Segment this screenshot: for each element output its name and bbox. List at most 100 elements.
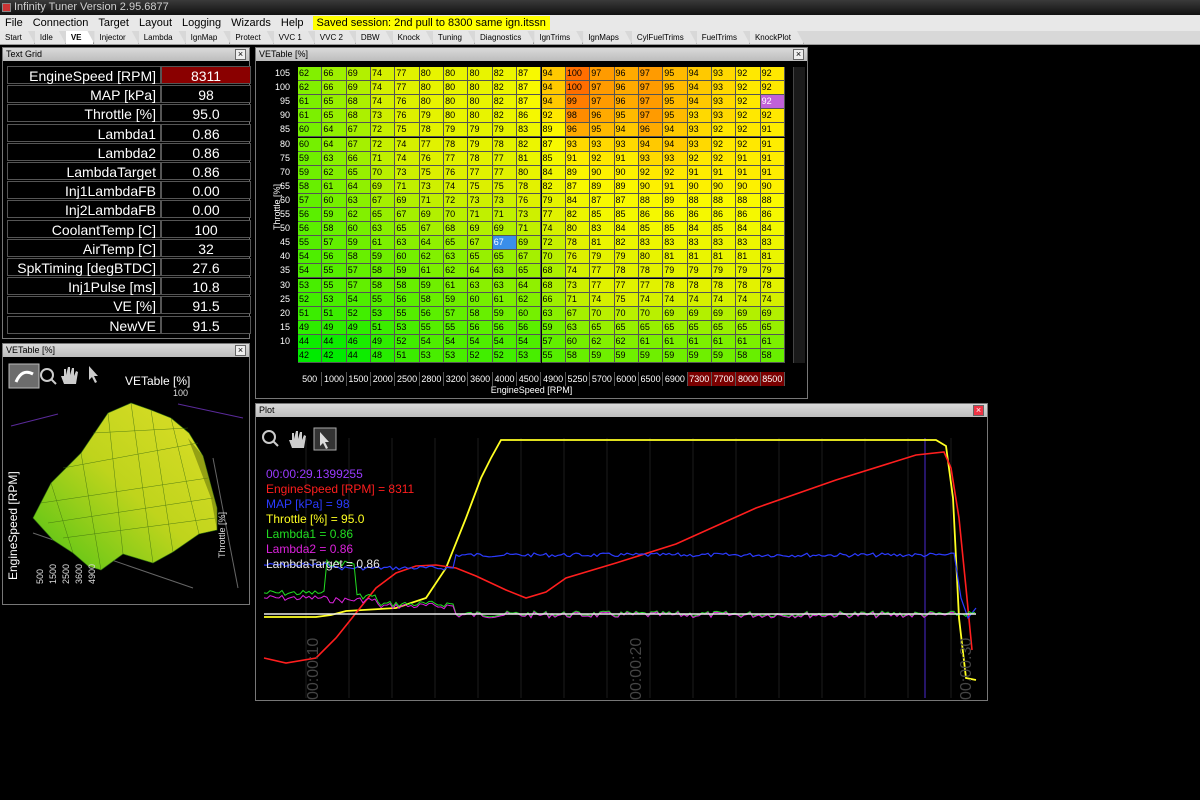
ve-table-cell[interactable]: 92 — [736, 109, 761, 124]
zoom-tool-icon[interactable] — [40, 368, 57, 385]
ve-table-cell[interactable]: 67 — [492, 236, 518, 251]
ve-table-cell[interactable]: 92 — [736, 67, 761, 82]
ve-table-cell[interactable]: 72 — [371, 123, 396, 138]
ve-table-cell[interactable]: 96 — [614, 81, 639, 96]
ve-table-cell[interactable]: 92 — [541, 109, 566, 124]
ve-table-cell[interactable]: 70 — [638, 306, 664, 321]
ve-table-cell[interactable]: 58 — [371, 264, 396, 279]
ve-table-cell[interactable]: 82 — [492, 95, 518, 110]
menu-wizards[interactable]: Wizards — [226, 15, 276, 31]
ve-table-cell[interactable]: 93 — [711, 81, 737, 96]
close-icon[interactable]: × — [793, 49, 804, 60]
tab-ignmap[interactable]: IgnMap — [186, 31, 231, 44]
ve-table-cell[interactable]: 56 — [322, 250, 347, 265]
ve-table-cell[interactable]: 68 — [346, 109, 372, 124]
ve-table-cell[interactable]: 84 — [565, 193, 591, 208]
ve-table-cell[interactable]: 99 — [565, 95, 591, 110]
ve-table-cell[interactable]: 83 — [760, 236, 785, 251]
ve-table-cell[interactable]: 52 — [346, 306, 372, 321]
ve-table-cell[interactable]: 74 — [541, 222, 566, 237]
ve-table-cell[interactable]: 81 — [760, 250, 785, 265]
ve-table-cell[interactable]: 87 — [614, 193, 639, 208]
ve-table-cell[interactable]: 65 — [687, 320, 712, 335]
ve-table-cell[interactable]: 91 — [565, 151, 591, 166]
ve-table-cell[interactable]: 80 — [419, 81, 445, 96]
ve-table-cell[interactable]: 80 — [444, 81, 469, 96]
ve-table-cell[interactable]: 53 — [322, 292, 347, 307]
ve-table-cell[interactable]: 78 — [419, 123, 445, 138]
ve-table-cell[interactable]: 80 — [419, 95, 445, 110]
ve-table-cell[interactable]: 77 — [444, 151, 469, 166]
ve-table-cell[interactable]: 86 — [638, 208, 664, 223]
ve-table-cell[interactable]: 95 — [590, 123, 615, 138]
ve-table-cell[interactable]: 77 — [614, 278, 639, 293]
ve-table-cell[interactable]: 94 — [687, 95, 712, 110]
ve-table-cell[interactable]: 92 — [590, 151, 615, 166]
ve-table-cell[interactable]: 76 — [565, 250, 591, 265]
ve-table-cell[interactable]: 73 — [565, 278, 591, 293]
ve-table-cell[interactable]: 84 — [614, 222, 639, 237]
ve-table-cell[interactable]: 92 — [736, 123, 761, 138]
ve-table-cell[interactable]: 44 — [346, 349, 372, 364]
ve-table-cell[interactable]: 61 — [298, 109, 323, 124]
ve-table-cell[interactable]: 75 — [395, 123, 420, 138]
ve-table-cell[interactable]: 61 — [371, 236, 396, 251]
ve-table-cell[interactable]: 62 — [517, 292, 542, 307]
ve-table-cell[interactable]: 51 — [395, 349, 420, 364]
ve-table-cell[interactable]: 87 — [517, 67, 542, 82]
ve-table-cell[interactable]: 63 — [565, 320, 591, 335]
ve-table-cell[interactable]: 91 — [687, 165, 712, 180]
ve-table-cell[interactable]: 62 — [444, 264, 469, 279]
ve-table-cell[interactable]: 90 — [687, 179, 712, 194]
ve-table-cell[interactable]: 58 — [395, 278, 420, 293]
ve-table-cell[interactable]: 80 — [468, 95, 493, 110]
ve-table-cell[interactable]: 58 — [371, 278, 396, 293]
menu-help[interactable]: Help — [276, 15, 309, 31]
ve-table-cell[interactable]: 81 — [736, 250, 761, 265]
ve-table-cell[interactable]: 94 — [687, 67, 712, 82]
ve-table-cell[interactable]: 64 — [419, 236, 445, 251]
ve-table-cell[interactable]: 78 — [687, 278, 712, 293]
tab-dbw[interactable]: DBW — [356, 31, 393, 44]
ve-table-cell[interactable]: 53 — [298, 278, 323, 293]
close-icon[interactable]: × — [235, 49, 246, 60]
ve-table-cell[interactable]: 60 — [322, 193, 347, 208]
ve-table-cell[interactable]: 54 — [419, 334, 445, 349]
ve-table-cell[interactable]: 57 — [346, 278, 372, 293]
ve-table-cell[interactable]: 93 — [687, 123, 712, 138]
ve-table-cell[interactable]: 56 — [298, 222, 323, 237]
pan-hand-icon[interactable] — [61, 367, 78, 384]
ve-table-cell[interactable]: 100 — [565, 67, 591, 82]
ve-table-cell[interactable]: 65 — [322, 109, 347, 124]
menu-connection[interactable]: Connection — [28, 15, 94, 31]
ve-table-cell[interactable]: 60 — [346, 222, 372, 237]
tab-ve[interactable]: VE — [66, 31, 95, 44]
ve-table-cell[interactable]: 79 — [541, 193, 566, 208]
tab-igntrims[interactable]: IgnTrims — [534, 31, 583, 44]
ve-table-cell[interactable]: 95 — [663, 109, 688, 124]
ve-table-cell[interactable]: 52 — [395, 334, 420, 349]
ve-table-cell[interactable]: 77 — [492, 151, 518, 166]
tab-cylfueltrims[interactable]: CylFuelTrims — [632, 31, 697, 44]
ve-table-cell[interactable]: 53 — [444, 349, 469, 364]
tab-knock[interactable]: Knock — [393, 31, 433, 44]
ve-table-cell[interactable]: 65 — [444, 236, 469, 251]
ve-table-cell[interactable]: 65 — [517, 264, 542, 279]
ve-table-cell[interactable]: 63 — [444, 250, 469, 265]
ve-table-cell[interactable]: 42 — [298, 349, 323, 364]
ve-table-cell[interactable]: 92 — [760, 95, 785, 110]
ve-table-cell[interactable]: 74 — [371, 81, 396, 96]
ve-table-cell[interactable]: 57 — [346, 264, 372, 279]
ve-table-cell[interactable]: 81 — [517, 151, 542, 166]
ve-table-cell[interactable]: 61 — [663, 334, 688, 349]
ve-table-cell[interactable]: 76 — [419, 151, 445, 166]
ve-table-cell[interactable]: 54 — [492, 334, 518, 349]
ve-table-cell[interactable]: 83 — [638, 236, 664, 251]
ve-table-cell[interactable]: 60 — [298, 123, 323, 138]
ve-table-cell[interactable]: 92 — [760, 109, 785, 124]
tab-tuning[interactable]: Tuning — [433, 31, 475, 44]
ve-table-cell[interactable]: 42 — [322, 349, 347, 364]
ve-table-cell[interactable]: 91 — [760, 123, 785, 138]
ve-table-cell[interactable]: 55 — [444, 320, 469, 335]
ve-table-cell[interactable]: 59 — [395, 264, 420, 279]
